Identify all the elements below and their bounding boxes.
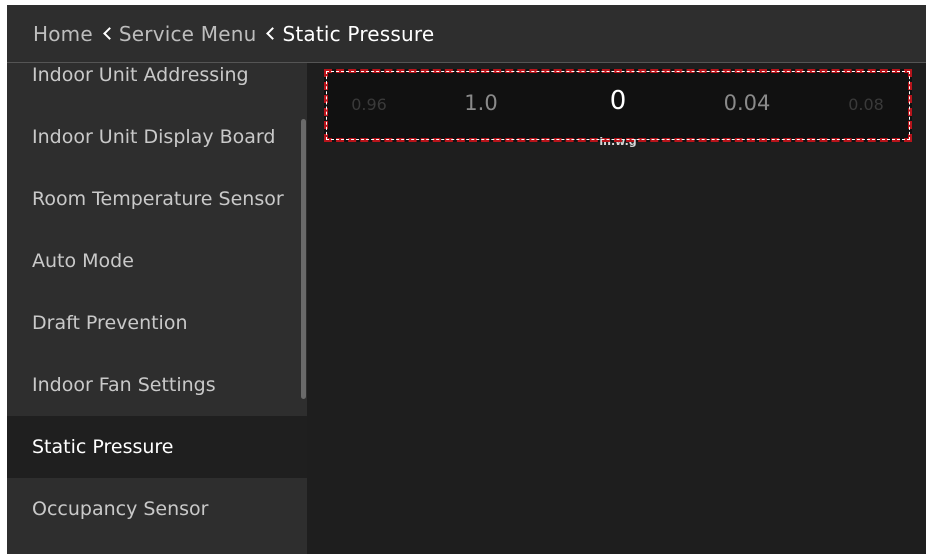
sidebar-item-indoor-fan-settings[interactable]: Indoor Fan Settings xyxy=(7,354,307,416)
breadcrumb-service-menu[interactable]: Service Menu xyxy=(119,22,257,46)
sidebar: Indoor Unit Addressing Indoor Unit Displ… xyxy=(7,63,307,554)
header-divider xyxy=(7,62,926,63)
chevron-left-icon xyxy=(262,24,280,44)
sidebar-item-auto-mode[interactable]: Auto Mode xyxy=(7,230,307,292)
picker-unit-label: in.w.g xyxy=(599,135,637,148)
breadcrumb-home[interactable]: Home xyxy=(33,22,93,46)
picker-value-near-right[interactable]: 0.04 xyxy=(724,91,771,115)
static-pressure-picker[interactable]: 0.96 1.0 0 0.04 0.08 in.w.g xyxy=(324,69,912,148)
sidebar-item-room-temperature-sensor[interactable]: Room Temperature Sensor xyxy=(7,168,307,230)
sidebar-item-indoor-unit-addressing[interactable]: Indoor Unit Addressing xyxy=(7,63,307,106)
breadcrumb: Home Service Menu Static Pressure xyxy=(7,5,926,62)
picker-value-near-left[interactable]: 1.0 xyxy=(464,91,497,115)
sidebar-menu: Indoor Unit Addressing Indoor Unit Displ… xyxy=(7,63,307,540)
breadcrumb-current-page: Static Pressure xyxy=(282,21,435,46)
sidebar-item-indoor-unit-display-board[interactable]: Indoor Unit Display Board xyxy=(7,106,307,168)
screen: Home Service Menu Static Pressure Indoor… xyxy=(7,5,926,554)
sidebar-item-occupancy-sensor[interactable]: Occupancy Sensor xyxy=(7,478,307,540)
sidebar-item-draft-prevention[interactable]: Draft Prevention xyxy=(7,292,307,354)
chevron-left-icon xyxy=(99,24,117,44)
sidebar-scrollbar[interactable] xyxy=(301,119,306,399)
picker-value-selected[interactable]: 0 xyxy=(610,86,627,116)
picker-value-far-left[interactable]: 0.96 xyxy=(351,95,387,114)
picker-value-far-right[interactable]: 0.08 xyxy=(848,95,884,114)
sidebar-item-static-pressure[interactable]: Static Pressure xyxy=(7,416,307,478)
